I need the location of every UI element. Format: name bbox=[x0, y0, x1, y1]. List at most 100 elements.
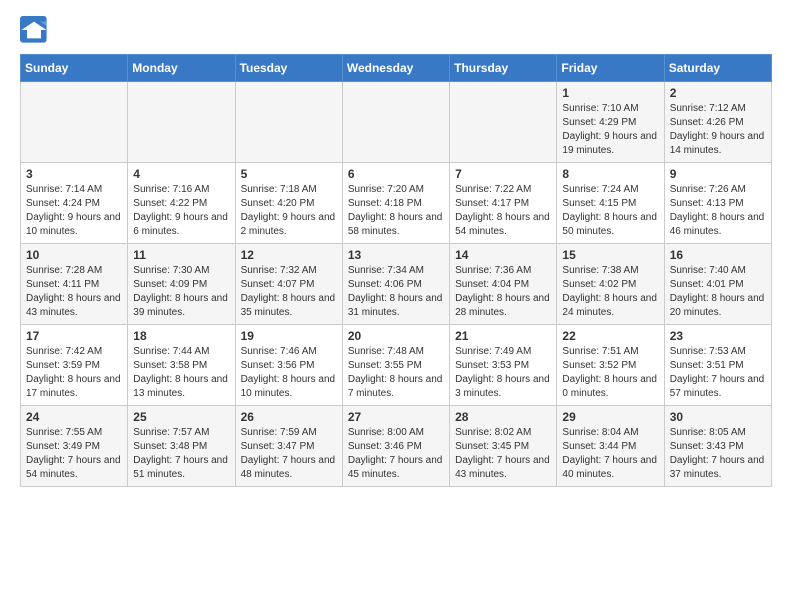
calendar-cell: 21 Sunrise: 7:49 AM Sunset: 3:53 PM Dayli… bbox=[450, 325, 557, 406]
calendar-week-row: 1Sunrise: 7:10 AM Sunset: 4:29 PM Daylig… bbox=[21, 82, 772, 163]
calendar-cell: 1Sunrise: 7:10 AM Sunset: 4:29 PM Daylig… bbox=[557, 82, 664, 163]
calendar-cell: 18 Sunrise: 7:44 AM Sunset: 3:58 PM Dayli… bbox=[128, 325, 235, 406]
calendar-cell: 20 Sunrise: 7:48 AM Sunset: 3:55 PM Dayli… bbox=[342, 325, 449, 406]
calendar-cell: 16Sunrise: 7:40 AM Sunset: 4:01 PM Dayli… bbox=[664, 244, 771, 325]
day-header-wednesday: Wednesday bbox=[342, 55, 449, 82]
calendar-cell: 19Sunrise: 7:46 AM Sunset: 3:56 PM Dayli… bbox=[235, 325, 342, 406]
day-info: Sunrise: 7:53 AM Sunset: 3:51 PM Dayligh… bbox=[670, 345, 766, 401]
day-number: 26 bbox=[241, 410, 337, 424]
calendar-cell: 13Sunrise: 7:34 AM Sunset: 4:06 PM Dayli… bbox=[342, 244, 449, 325]
day-number: 18 bbox=[133, 329, 229, 343]
day-info: Sunrise: 7:44 AM Sunset: 3:58 PM Dayligh… bbox=[133, 345, 229, 401]
header bbox=[20, 16, 772, 44]
day-info: Sunrise: 7:10 AM Sunset: 4:29 PM Dayligh… bbox=[562, 102, 658, 158]
day-number: 30 bbox=[670, 410, 766, 424]
day-header-monday: Monday bbox=[128, 55, 235, 82]
day-header-saturday: Saturday bbox=[664, 55, 771, 82]
calendar-cell: 17 Sunrise: 7:42 AM Sunset: 3:59 PM Dayli… bbox=[21, 325, 128, 406]
day-info: Sunrise: 7:49 AM Sunset: 3:53 PM Dayligh… bbox=[455, 345, 551, 401]
day-header-thursday: Thursday bbox=[450, 55, 557, 82]
calendar-cell: 30Sunrise: 8:05 AM Sunset: 3:43 PM Dayli… bbox=[664, 406, 771, 487]
calendar-header-row: SundayMondayTuesdayWednesdayThursdayFrid… bbox=[21, 55, 772, 82]
calendar-cell: 27Sunrise: 8:00 AM Sunset: 3:46 PM Dayli… bbox=[342, 406, 449, 487]
day-info: Sunrise: 7:20 AM Sunset: 4:18 PM Dayligh… bbox=[348, 183, 444, 239]
calendar-cell: 5Sunrise: 7:18 AM Sunset: 4:20 PM Daylig… bbox=[235, 163, 342, 244]
calendar-cell bbox=[342, 82, 449, 163]
day-info: Sunrise: 7:14 AM Sunset: 4:24 PM Dayligh… bbox=[26, 183, 122, 239]
calendar-cell: 15 Sunrise: 7:38 AM Sunset: 4:02 PM Dayli… bbox=[557, 244, 664, 325]
day-info: Sunrise: 7:57 AM Sunset: 3:48 PM Dayligh… bbox=[133, 426, 229, 482]
day-header-tuesday: Tuesday bbox=[235, 55, 342, 82]
day-info: Sunrise: 7:26 AM Sunset: 4:13 PM Dayligh… bbox=[670, 183, 766, 239]
day-number: 14 bbox=[455, 248, 551, 262]
calendar-cell: 3 Sunrise: 7:14 AM Sunset: 4:24 PM Daylig… bbox=[21, 163, 128, 244]
calendar-cell: 9 Sunrise: 7:26 AM Sunset: 4:13 PM Daylig… bbox=[664, 163, 771, 244]
day-info: Sunrise: 7:22 AM Sunset: 4:17 PM Dayligh… bbox=[455, 183, 551, 239]
day-number: 2 bbox=[670, 86, 766, 100]
day-info: Sunrise: 7:30 AM Sunset: 4:09 PM Dayligh… bbox=[133, 264, 229, 320]
logo bbox=[20, 16, 52, 44]
calendar-cell: 23Sunrise: 7:53 AM Sunset: 3:51 PM Dayli… bbox=[664, 325, 771, 406]
day-number: 15 bbox=[562, 248, 658, 262]
day-info: Sunrise: 7:51 AM Sunset: 3:52 PM Dayligh… bbox=[562, 345, 658, 401]
day-info: Sunrise: 7:16 AM Sunset: 4:22 PM Dayligh… bbox=[133, 183, 229, 239]
calendar-cell bbox=[128, 82, 235, 163]
calendar-cell: 26 Sunrise: 7:59 AM Sunset: 3:47 PM Dayli… bbox=[235, 406, 342, 487]
day-info: Sunrise: 7:48 AM Sunset: 3:55 PM Dayligh… bbox=[348, 345, 444, 401]
calendar-cell: 29 Sunrise: 8:04 AM Sunset: 3:44 PM Dayli… bbox=[557, 406, 664, 487]
day-number: 21 bbox=[455, 329, 551, 343]
day-number: 29 bbox=[562, 410, 658, 424]
day-header-friday: Friday bbox=[557, 55, 664, 82]
day-info: Sunrise: 7:28 AM Sunset: 4:11 PM Dayligh… bbox=[26, 264, 122, 320]
day-number: 7 bbox=[455, 167, 551, 181]
calendar-cell: 12Sunrise: 7:32 AM Sunset: 4:07 PM Dayli… bbox=[235, 244, 342, 325]
day-info: Sunrise: 7:38 AM Sunset: 4:02 PM Dayligh… bbox=[562, 264, 658, 320]
day-info: Sunrise: 7:24 AM Sunset: 4:15 PM Dayligh… bbox=[562, 183, 658, 239]
day-number: 17 bbox=[26, 329, 122, 343]
day-info: Sunrise: 7:55 AM Sunset: 3:49 PM Dayligh… bbox=[26, 426, 122, 482]
calendar-table: SundayMondayTuesdayWednesdayThursdayFrid… bbox=[20, 54, 772, 487]
day-number: 10 bbox=[26, 248, 122, 262]
day-number: 4 bbox=[133, 167, 229, 181]
day-header-sunday: Sunday bbox=[21, 55, 128, 82]
calendar-page: SundayMondayTuesdayWednesdayThursdayFrid… bbox=[0, 0, 792, 503]
day-number: 28 bbox=[455, 410, 551, 424]
calendar-cell: 6 Sunrise: 7:20 AM Sunset: 4:18 PM Daylig… bbox=[342, 163, 449, 244]
day-info: Sunrise: 7:34 AM Sunset: 4:06 PM Dayligh… bbox=[348, 264, 444, 320]
calendar-cell bbox=[21, 82, 128, 163]
calendar-week-row: 24 Sunrise: 7:55 AM Sunset: 3:49 PM Dayli… bbox=[21, 406, 772, 487]
calendar-cell: 4 Sunrise: 7:16 AM Sunset: 4:22 PM Daylig… bbox=[128, 163, 235, 244]
day-info: Sunrise: 7:59 AM Sunset: 3:47 PM Dayligh… bbox=[241, 426, 337, 482]
calendar-cell: 8Sunrise: 7:24 AM Sunset: 4:15 PM Daylig… bbox=[557, 163, 664, 244]
day-number: 25 bbox=[133, 410, 229, 424]
logo-icon bbox=[20, 16, 48, 44]
day-info: Sunrise: 7:18 AM Sunset: 4:20 PM Dayligh… bbox=[241, 183, 337, 239]
calendar-cell: 7 Sunrise: 7:22 AM Sunset: 4:17 PM Daylig… bbox=[450, 163, 557, 244]
day-number: 19 bbox=[241, 329, 337, 343]
calendar-cell: 22 Sunrise: 7:51 AM Sunset: 3:52 PM Dayli… bbox=[557, 325, 664, 406]
day-number: 12 bbox=[241, 248, 337, 262]
day-info: Sunrise: 7:36 AM Sunset: 4:04 PM Dayligh… bbox=[455, 264, 551, 320]
calendar-cell: 11 Sunrise: 7:30 AM Sunset: 4:09 PM Dayli… bbox=[128, 244, 235, 325]
calendar-cell: 28 Sunrise: 8:02 AM Sunset: 3:45 PM Dayli… bbox=[450, 406, 557, 487]
calendar-week-row: 17 Sunrise: 7:42 AM Sunset: 3:59 PM Dayli… bbox=[21, 325, 772, 406]
day-number: 22 bbox=[562, 329, 658, 343]
day-info: Sunrise: 7:42 AM Sunset: 3:59 PM Dayligh… bbox=[26, 345, 122, 401]
day-number: 3 bbox=[26, 167, 122, 181]
day-info: Sunrise: 8:04 AM Sunset: 3:44 PM Dayligh… bbox=[562, 426, 658, 482]
calendar-cell bbox=[235, 82, 342, 163]
day-info: Sunrise: 7:40 AM Sunset: 4:01 PM Dayligh… bbox=[670, 264, 766, 320]
calendar-week-row: 10 Sunrise: 7:28 AM Sunset: 4:11 PM Dayli… bbox=[21, 244, 772, 325]
day-number: 11 bbox=[133, 248, 229, 262]
day-number: 6 bbox=[348, 167, 444, 181]
calendar-cell: 10 Sunrise: 7:28 AM Sunset: 4:11 PM Dayli… bbox=[21, 244, 128, 325]
day-number: 20 bbox=[348, 329, 444, 343]
day-info: Sunrise: 8:02 AM Sunset: 3:45 PM Dayligh… bbox=[455, 426, 551, 482]
calendar-cell: 14 Sunrise: 7:36 AM Sunset: 4:04 PM Dayli… bbox=[450, 244, 557, 325]
day-info: Sunrise: 8:00 AM Sunset: 3:46 PM Dayligh… bbox=[348, 426, 444, 482]
day-number: 24 bbox=[26, 410, 122, 424]
calendar-cell: 24 Sunrise: 7:55 AM Sunset: 3:49 PM Dayli… bbox=[21, 406, 128, 487]
calendar-week-row: 3 Sunrise: 7:14 AM Sunset: 4:24 PM Daylig… bbox=[21, 163, 772, 244]
calendar-cell bbox=[450, 82, 557, 163]
day-number: 9 bbox=[670, 167, 766, 181]
